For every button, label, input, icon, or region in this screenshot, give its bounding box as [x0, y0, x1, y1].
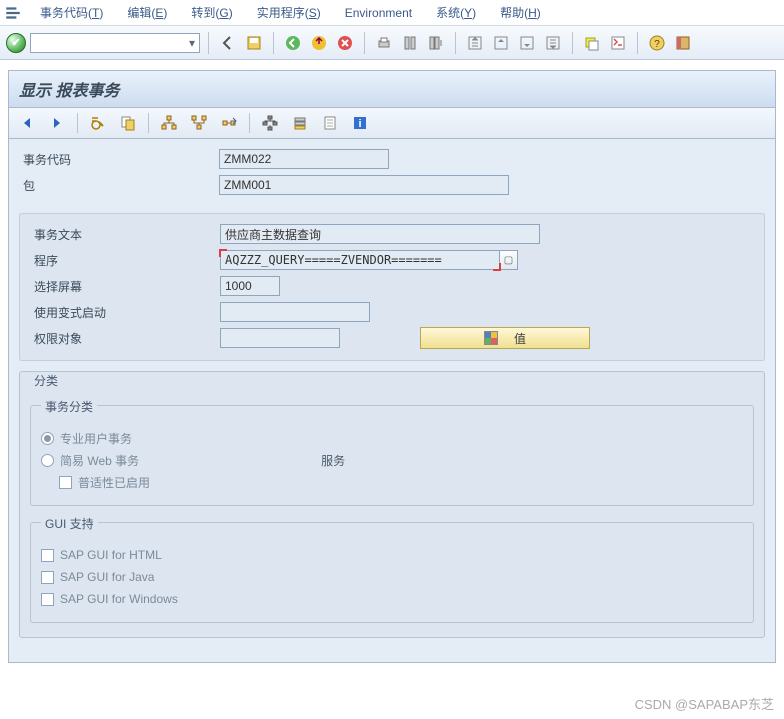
classification-legend: 分类	[30, 372, 62, 389]
radio-easyweb: 简易 Web 事务 服务	[41, 449, 743, 471]
check-gui-html: SAP GUI for HTML	[41, 544, 743, 566]
program-label: 程序	[30, 252, 220, 269]
info-icon[interactable]: i	[348, 112, 372, 134]
check-gui-html-label: SAP GUI for HTML	[60, 548, 162, 562]
last-page-icon[interactable]	[542, 32, 564, 54]
tx-classification-group: 事务分类 专业用户事务 简易 Web 事务 服务 普适性已启用	[30, 405, 754, 506]
form-area: 事务代码 ZMM022 包 ZMM001 事务文本 供应商主数据查询 程序 AQ…	[8, 139, 776, 663]
tcode-label: 事务代码	[19, 151, 219, 168]
checkbox-icon	[41, 571, 54, 584]
radio-icon	[41, 432, 54, 445]
screen-field: 1000	[220, 276, 280, 296]
tx-classification-legend: 事务分类	[41, 398, 97, 415]
checkbox-icon	[59, 476, 72, 489]
variant-field	[220, 302, 370, 322]
application-toolbar: i	[8, 107, 776, 139]
checkbox-icon	[41, 593, 54, 606]
radio-icon	[41, 454, 54, 467]
exit-icon[interactable]	[308, 32, 330, 54]
gui-support-group: GUI 支持 SAP GUI for HTML SAP GUI for Java…	[30, 522, 754, 623]
gui-support-legend: GUI 支持	[41, 515, 98, 532]
radio-easyweb-label: 简易 Web 事务	[60, 452, 139, 469]
check-gui-java-label: SAP GUI for Java	[60, 570, 154, 584]
new-session-icon[interactable]	[581, 32, 603, 54]
stack-icon[interactable]	[288, 112, 312, 134]
detail-panel: 事务文本 供应商主数据查询 程序 AQZZZ_QUERY=====ZVENDOR…	[19, 213, 765, 361]
separator	[572, 32, 573, 54]
menu-tcode[interactable]: 事务代码(T)	[28, 4, 115, 21]
check-universal-label: 普适性已启用	[78, 474, 150, 491]
standard-toolbar: ✔ ?	[0, 26, 784, 60]
separator	[273, 32, 274, 54]
save-icon[interactable]	[243, 32, 265, 54]
classification-group: 分类 事务分类 专业用户事务 简易 Web 事务 服务 普适性已启用	[19, 371, 765, 638]
package-field: ZMM001	[219, 175, 509, 195]
f4-help-icon[interactable]: ▢	[500, 250, 518, 270]
back-green-icon[interactable]	[282, 32, 304, 54]
cancel-icon[interactable]	[334, 32, 356, 54]
separator	[77, 113, 78, 133]
object-list-icon[interactable]	[217, 112, 241, 134]
menu-goto[interactable]: 转到(G)	[179, 4, 244, 21]
authobj-label: 权限对象	[30, 330, 220, 347]
radio-professional: 专业用户事务	[41, 427, 743, 449]
checkbox-icon	[41, 549, 54, 562]
other-object-icon[interactable]	[116, 112, 140, 134]
values-button[interactable]: 值	[420, 327, 590, 349]
menu-help[interactable]: 帮助(H)	[488, 4, 553, 21]
authobj-field	[220, 328, 340, 348]
separator	[148, 113, 149, 133]
first-page-icon[interactable]	[464, 32, 486, 54]
separator	[637, 32, 638, 54]
shortcut-icon[interactable]	[607, 32, 629, 54]
check-gui-windows-label: SAP GUI for Windows	[60, 592, 178, 606]
service-label: 服务	[321, 452, 345, 469]
print-icon[interactable]	[373, 32, 395, 54]
variant-label: 使用变式启动	[30, 304, 220, 321]
back-icon[interactable]	[217, 32, 239, 54]
next-page-icon[interactable]	[516, 32, 538, 54]
separator	[364, 32, 365, 54]
prev-page-icon[interactable]	[490, 32, 512, 54]
menu-edit[interactable]: 编辑(E)	[115, 4, 179, 21]
text-field: 供应商主数据查询	[220, 224, 540, 244]
menu-environment[interactable]: Environment	[333, 6, 424, 20]
arrow-left-icon[interactable]	[15, 112, 39, 134]
program-field[interactable]: AQZZZ_QUERY=====ZVENDOR=======	[220, 250, 500, 270]
values-button-label: 值	[514, 330, 526, 347]
separator	[455, 32, 456, 54]
text-label: 事务文本	[30, 226, 220, 243]
check-gui-windows: SAP GUI for Windows	[41, 588, 743, 610]
menu-system[interactable]: 系统(Y)	[424, 4, 488, 21]
layout-icon[interactable]	[672, 32, 694, 54]
document-icon[interactable]	[318, 112, 342, 134]
arrow-right-icon[interactable]	[45, 112, 69, 134]
radio-professional-label: 专业用户事务	[60, 430, 132, 447]
app-menu-icon[interactable]	[4, 4, 22, 22]
menu-bar: 事务代码(T) 编辑(E) 转到(G) 实用程序(S) Environment …	[0, 0, 784, 26]
command-field[interactable]	[30, 33, 200, 53]
grid-icon	[484, 331, 498, 345]
find-next-icon[interactable]	[425, 32, 447, 54]
hierarchy-icon[interactable]	[157, 112, 181, 134]
page-title: 显示 报表事务	[8, 70, 776, 107]
check-gui-java: SAP GUI for Java	[41, 566, 743, 588]
where-used-icon[interactable]	[187, 112, 211, 134]
svg-text:?: ?	[654, 39, 660, 50]
menu-utilities[interactable]: 实用程序(S)	[245, 4, 333, 21]
watermark: CSDN @SAPABAP东芝	[635, 694, 774, 713]
separator	[249, 113, 250, 133]
display-change-icon[interactable]	[86, 112, 110, 134]
check-universal: 普适性已启用	[59, 471, 743, 493]
tcode-field: ZMM022	[219, 149, 389, 169]
find-icon[interactable]	[399, 32, 421, 54]
tree-icon[interactable]	[258, 112, 282, 134]
svg-text:i: i	[358, 118, 361, 130]
help-icon[interactable]: ?	[646, 32, 668, 54]
ok-button[interactable]: ✔	[6, 33, 26, 53]
package-label: 包	[19, 177, 219, 194]
separator	[208, 32, 209, 54]
screen-label: 选择屏幕	[30, 278, 220, 295]
